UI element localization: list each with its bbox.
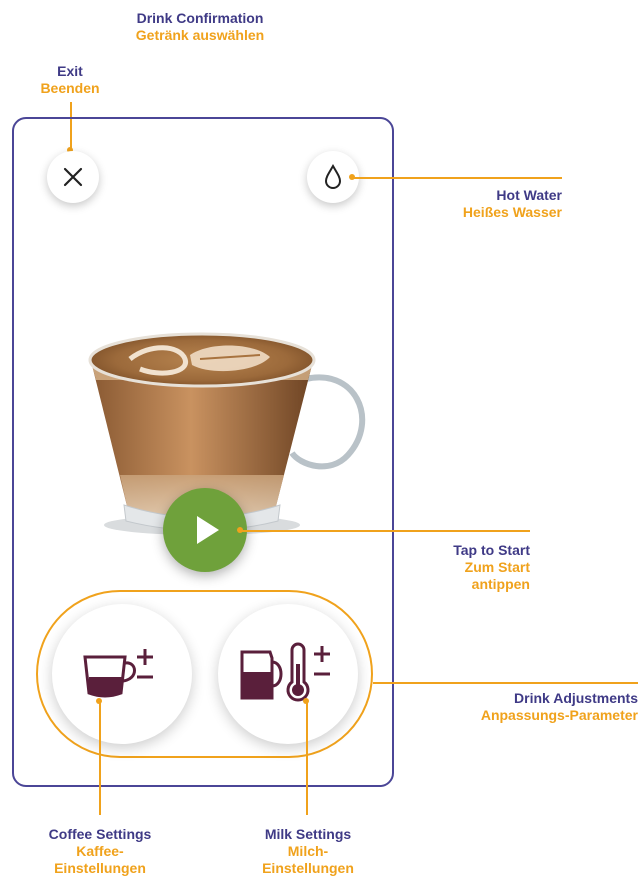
coffee-settings-callout-de-2: Einstellungen: [54, 860, 146, 876]
milk-settings-button[interactable]: [218, 604, 358, 744]
drink-adjustments-callout: Drink Adjustments Anpassungs-Parameter: [420, 690, 638, 724]
hot-water-leader-dot: [349, 174, 355, 180]
start-leader-dot: [237, 527, 243, 533]
start-button[interactable]: [163, 488, 247, 572]
exit-callout: Exit Beenden: [20, 63, 120, 97]
hot-water-callout-de: Heißes Wasser: [462, 204, 562, 220]
hot-water-leader-line: [352, 177, 562, 179]
coffee-settings-button[interactable]: [52, 604, 192, 744]
water-drop-icon: [324, 164, 342, 189]
tap-to-start-callout-de-1: Zum Start: [464, 559, 530, 575]
close-icon: [63, 167, 83, 187]
adjustments-leader-line: [373, 682, 638, 684]
milk-settings-callout-en: Milk Settings: [264, 826, 352, 842]
drink-adjustments-callout-de: Anpassungs-Parameter: [480, 707, 638, 723]
start-leader-line: [240, 530, 530, 532]
milk-settings-callout-de-2: Einstellungen: [262, 860, 354, 876]
exit-button[interactable]: [47, 151, 99, 203]
milk-settings-callout-de-1: Milch-: [287, 843, 329, 859]
coffee-cup-plus-minus-icon: [83, 649, 153, 698]
exit-callout-de: Beenden: [40, 80, 100, 96]
screen-title: Drink Confirmation Getränk auswählen: [110, 10, 290, 44]
coffee-settings-callout-de-1: Kaffee-: [76, 843, 124, 859]
hot-water-callout-en: Hot Water: [496, 187, 562, 203]
hot-water-callout: Hot Water Heißes Wasser: [400, 187, 562, 221]
coffee-settings-callout-en: Coffee Settings: [48, 826, 152, 842]
coffee-leader-line: [99, 700, 101, 815]
exit-callout-en: Exit: [57, 63, 83, 79]
tap-to-start-callout: Tap to Start Zum Start antippen: [400, 542, 530, 593]
milk-leader-line: [306, 700, 308, 815]
coffee-settings-callout: Coffee Settings Kaffee- Einstellungen: [20, 826, 180, 877]
drink-adjustments-callout-en: Drink Adjustments: [514, 690, 638, 706]
screen-title-en: Drink Confirmation: [136, 10, 264, 26]
tap-to-start-callout-en: Tap to Start: [453, 542, 530, 558]
milk-settings-callout: Milk Settings Milch- Einstellungen: [228, 826, 388, 877]
screen-title-de: Getränk auswählen: [135, 27, 265, 43]
milk-jug-thermometer-plus-minus-icon: [240, 642, 330, 702]
play-icon: [197, 516, 219, 544]
tap-to-start-callout-de-2: antippen: [471, 576, 530, 592]
